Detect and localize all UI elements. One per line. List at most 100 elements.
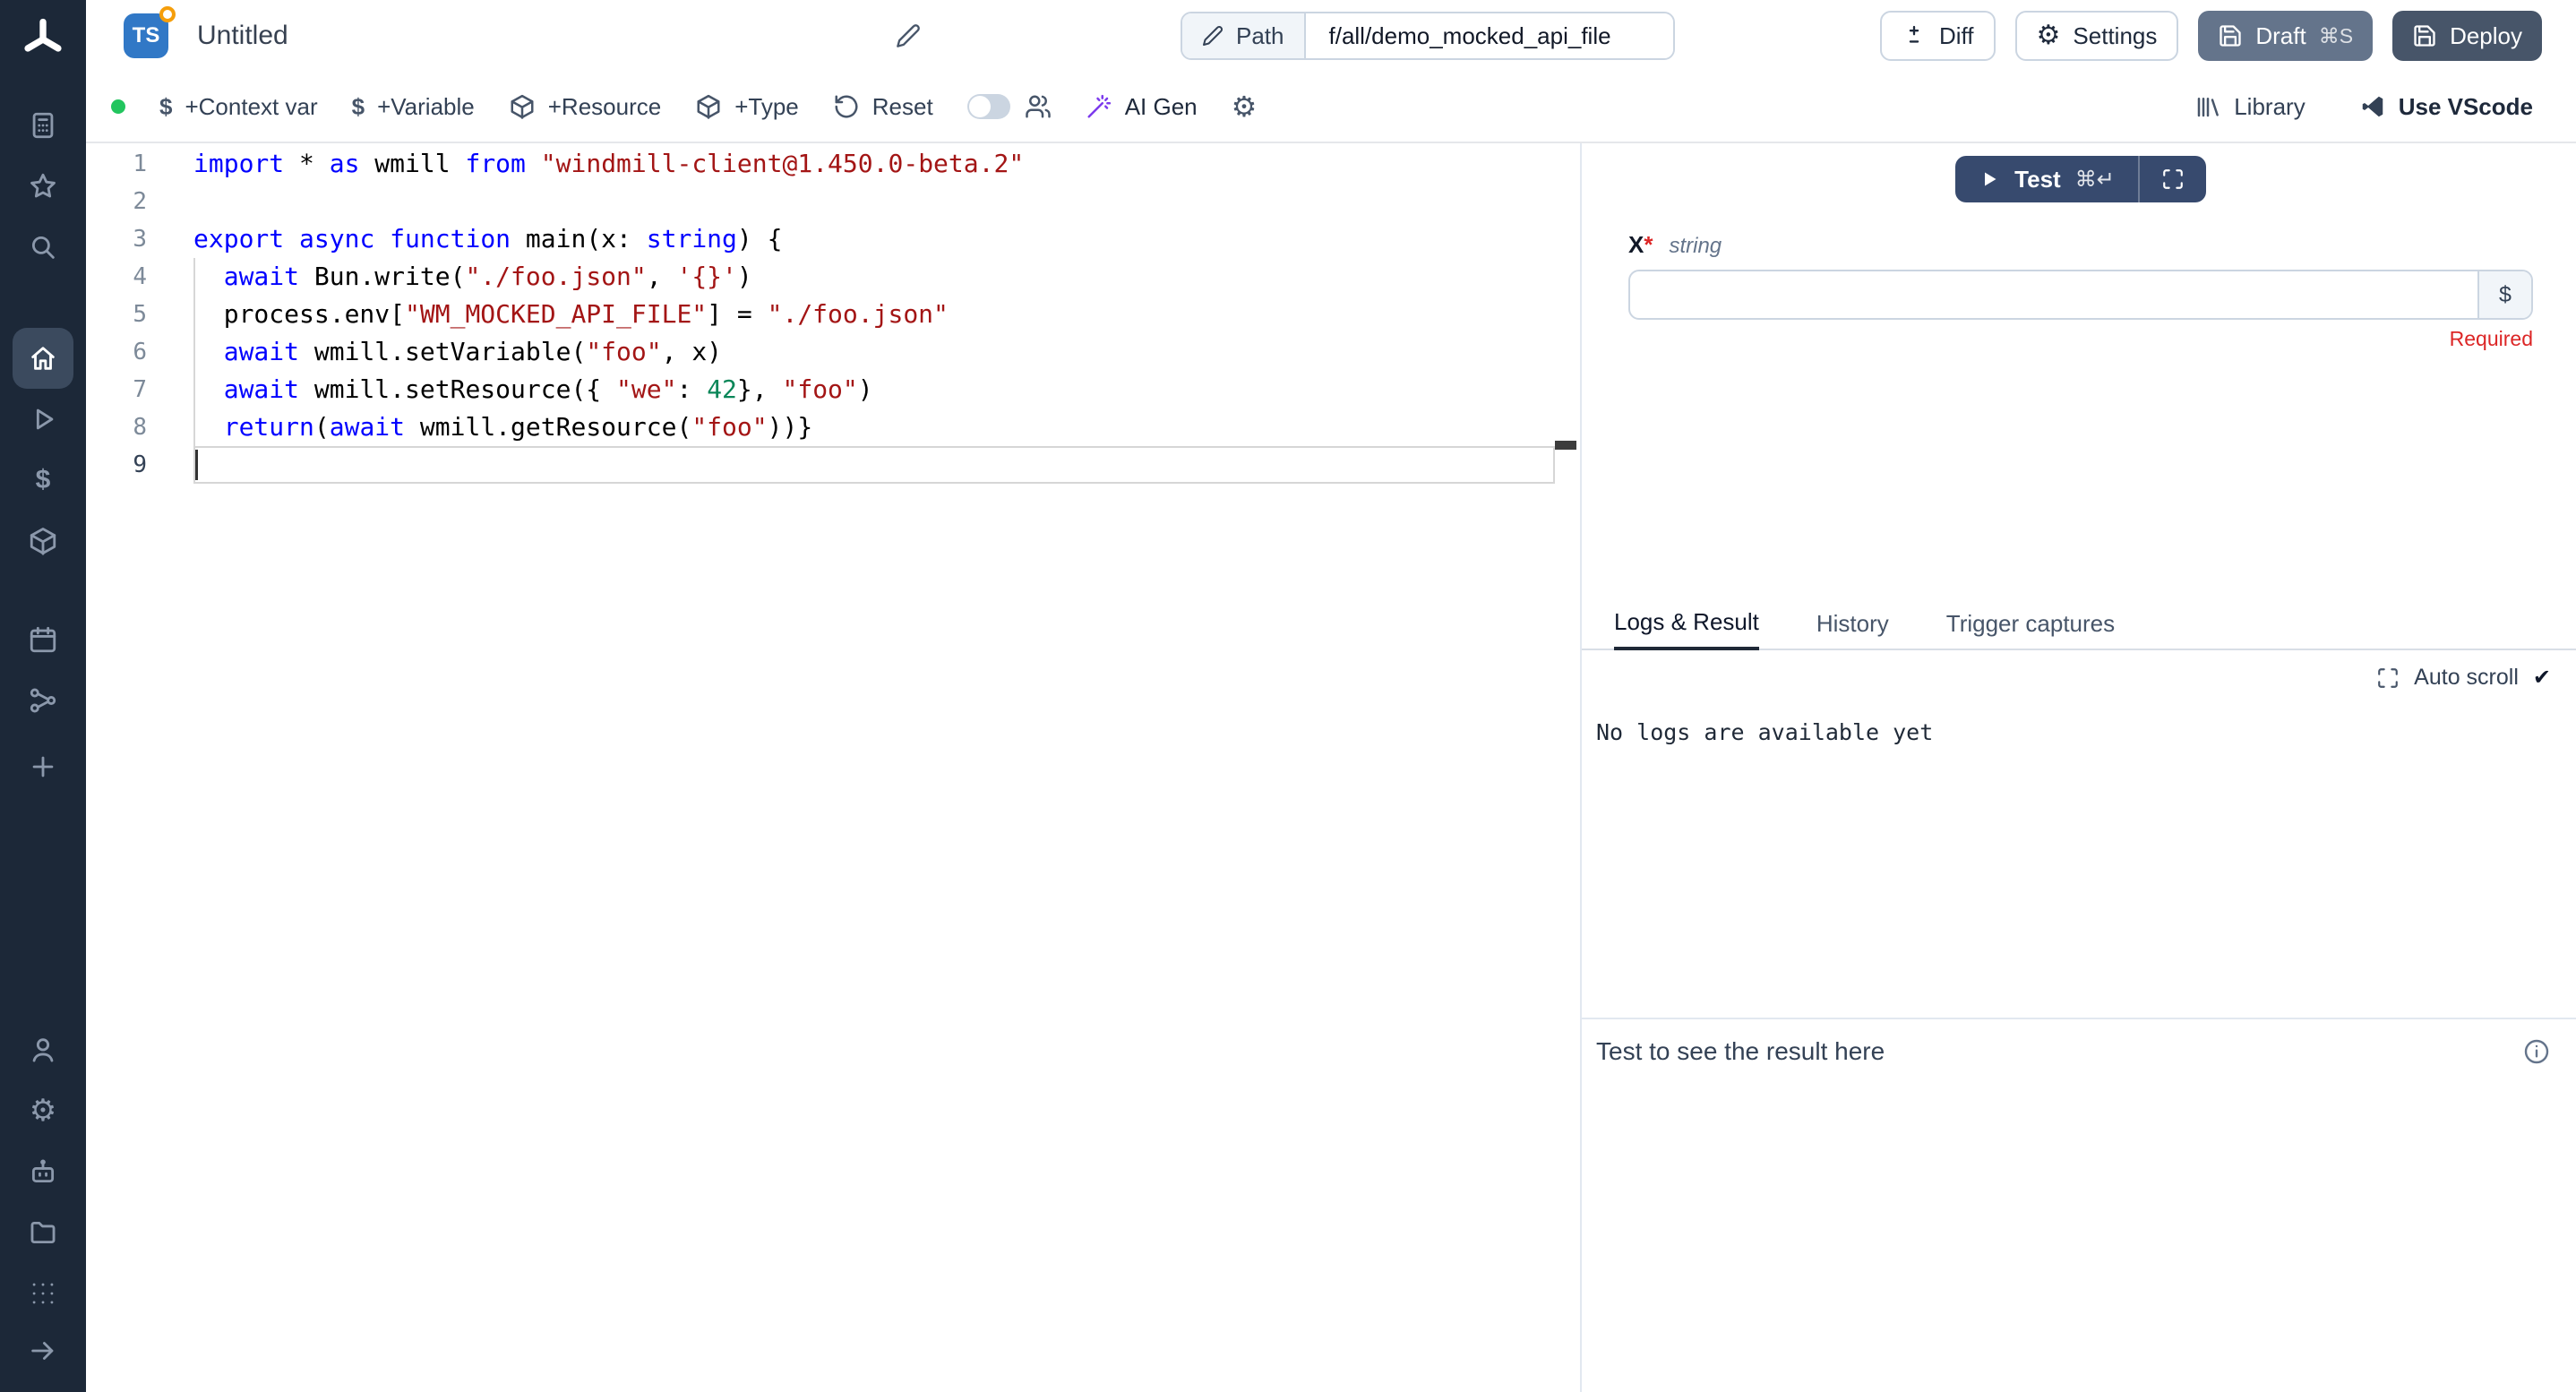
info-icon[interactable] — [2522, 1037, 2551, 1066]
dollar-icon: $ — [159, 95, 172, 118]
ai-gen-button[interactable]: AI Gen — [1086, 93, 1198, 121]
editor-toolbar: $ +Context var $ +Variable +Resource +Ty… — [86, 72, 2576, 143]
autoscroll-label: Auto scroll — [2414, 665, 2519, 691]
sidebar-footer-group: ⚙ — [13, 1019, 73, 1378]
line-number-gutter: 123456789 — [86, 143, 193, 1392]
insert-variable-button[interactable]: $ — [2477, 271, 2531, 318]
test-shortcut: ⌘↵ — [2075, 167, 2115, 193]
search-icon[interactable] — [13, 217, 73, 278]
groups-icon[interactable] — [13, 1263, 73, 1324]
dollar-glyph: $ — [36, 467, 51, 494]
add-type-button[interactable]: +Type — [695, 93, 799, 121]
diff-button[interactable]: Diff — [1880, 11, 1996, 61]
run-panel: Test ⌘↵ X* string — [1580, 143, 2576, 1392]
runs-icon[interactable] — [13, 389, 73, 450]
play-icon — [1979, 168, 2000, 190]
typescript-badge-label: TS — [133, 23, 160, 48]
multiplayer-toggle[interactable] — [967, 94, 1010, 119]
windmill-logo-icon[interactable] — [20, 16, 66, 70]
typescript-badge: TS — [124, 13, 168, 58]
bottom-tabs: Logs & Result History Trigger captures — [1582, 604, 2576, 650]
flows-icon[interactable] — [13, 670, 73, 731]
autoscroll-checkbox[interactable]: ✔ — [2533, 667, 2551, 689]
test-button-group: Test ⌘↵ — [1955, 156, 2206, 202]
apps-icon[interactable] — [13, 95, 73, 156]
toggle-knob — [969, 96, 991, 117]
result-placeholder: Test to see the result here — [1596, 1037, 1885, 1066]
gear-icon: ⚙ — [2037, 22, 2061, 49]
test-row: Test ⌘↵ — [1628, 156, 2533, 202]
save-icon — [2218, 23, 2243, 48]
user-icon[interactable] — [13, 1019, 73, 1080]
tab-history[interactable]: History — [1816, 610, 1889, 649]
settings-button[interactable]: ⚙ Settings — [2015, 11, 2179, 61]
variables-icon[interactable]: $ — [13, 450, 73, 511]
vscode-icon — [2359, 93, 2386, 120]
diff-icon — [1902, 23, 1927, 48]
autoscroll-row: Auto scroll ✔ — [1582, 650, 2576, 691]
path-value[interactable]: f/all/demo_mocked_api_file — [1306, 13, 1673, 58]
reset-icon — [833, 93, 860, 120]
resources-icon[interactable] — [13, 511, 73, 571]
expand-test-button[interactable] — [2140, 156, 2206, 202]
path-label: Path — [1182, 13, 1306, 58]
draft-button[interactable]: Draft ⌘S — [2198, 11, 2373, 61]
workers-icon[interactable] — [13, 1141, 73, 1202]
maximize-icon — [2161, 168, 2185, 191]
x-argument-input[interactable] — [1630, 271, 2477, 318]
logs-empty-message: No logs are available yet — [1582, 691, 2576, 745]
library-button[interactable]: Library — [2194, 93, 2305, 121]
sidebar-nav-group: $ — [13, 328, 73, 571]
add-context-var-button[interactable]: $ +Context var — [159, 93, 318, 121]
create-icon[interactable] — [13, 740, 73, 794]
magic-wand-icon — [1086, 93, 1112, 120]
field-type: string — [1669, 234, 1722, 259]
tab-trigger-captures[interactable]: Trigger captures — [1946, 610, 2115, 649]
save-icon — [2412, 23, 2437, 48]
expand-logs-icon[interactable] — [2376, 666, 2400, 690]
editor-settings-gear-icon[interactable]: ⚙ — [1232, 92, 1258, 121]
field-input-row: $ — [1628, 270, 2533, 320]
test-button[interactable]: Test ⌘↵ — [1955, 156, 2138, 202]
code-area[interactable]: import * as wmill from "windmill-client@… — [193, 143, 1555, 1392]
folders-icon[interactable] — [13, 1202, 73, 1263]
overview-ruler-cursor-mark — [1555, 441, 1576, 450]
path-control[interactable]: Path f/all/demo_mocked_api_file — [1181, 12, 1675, 60]
library-icon — [2194, 93, 2221, 120]
topbar-left: TS Untitled — [124, 13, 921, 58]
package-icon — [509, 93, 536, 120]
windmill-script-editor: $ ⚙ — [0, 0, 2576, 1392]
add-resource-button[interactable]: +Resource — [509, 93, 661, 121]
use-vscode-button[interactable]: Use VScode — [2359, 93, 2533, 121]
language-status-dot — [111, 99, 125, 114]
script-title[interactable]: Untitled — [197, 21, 288, 51]
users-icon — [1025, 93, 1052, 120]
field-name: X* — [1628, 231, 1653, 259]
content: 123456789 import * as wmill from "windmi… — [86, 143, 2576, 1392]
multiplayer-control — [967, 93, 1052, 120]
package-icon — [695, 93, 722, 120]
tab-logs-result[interactable]: Logs & Result — [1614, 608, 1759, 650]
logs-section: Auto scroll ✔ No logs are available yet — [1582, 650, 2576, 1018]
required-hint: Required — [1628, 327, 2533, 351]
draft-status-dot — [159, 6, 176, 22]
deploy-button[interactable]: Deploy — [2392, 11, 2542, 61]
main-column: TS Untitled Path f/all/demo_mocked_api_f… — [86, 0, 2576, 1392]
edit-title-pencil-icon[interactable] — [896, 23, 921, 48]
run-form-section: Test ⌘↵ X* string — [1582, 143, 2576, 604]
indent-guide — [193, 258, 195, 446]
reset-button[interactable]: Reset — [833, 93, 933, 121]
result-section: Test to see the result here — [1582, 1018, 2576, 1392]
draft-shortcut: ⌘S — [2319, 24, 2353, 48]
topbar: TS Untitled Path f/all/demo_mocked_api_f… — [86, 0, 2576, 72]
add-variable-button[interactable]: $ +Variable — [352, 93, 475, 121]
expand-sidebar-icon[interactable] — [13, 1324, 73, 1378]
favorites-icon[interactable] — [13, 156, 73, 217]
home-icon[interactable] — [13, 328, 73, 389]
sidebar-top-group — [13, 95, 73, 278]
code-editor[interactable]: 123456789 import * as wmill from "windmi… — [86, 143, 1580, 1392]
sidebar: $ ⚙ — [0, 0, 86, 1392]
settings-icon[interactable]: ⚙ — [13, 1080, 73, 1141]
schedules-icon[interactable] — [13, 609, 73, 670]
toolbar-right: Library Use VScode — [2194, 93, 2533, 121]
